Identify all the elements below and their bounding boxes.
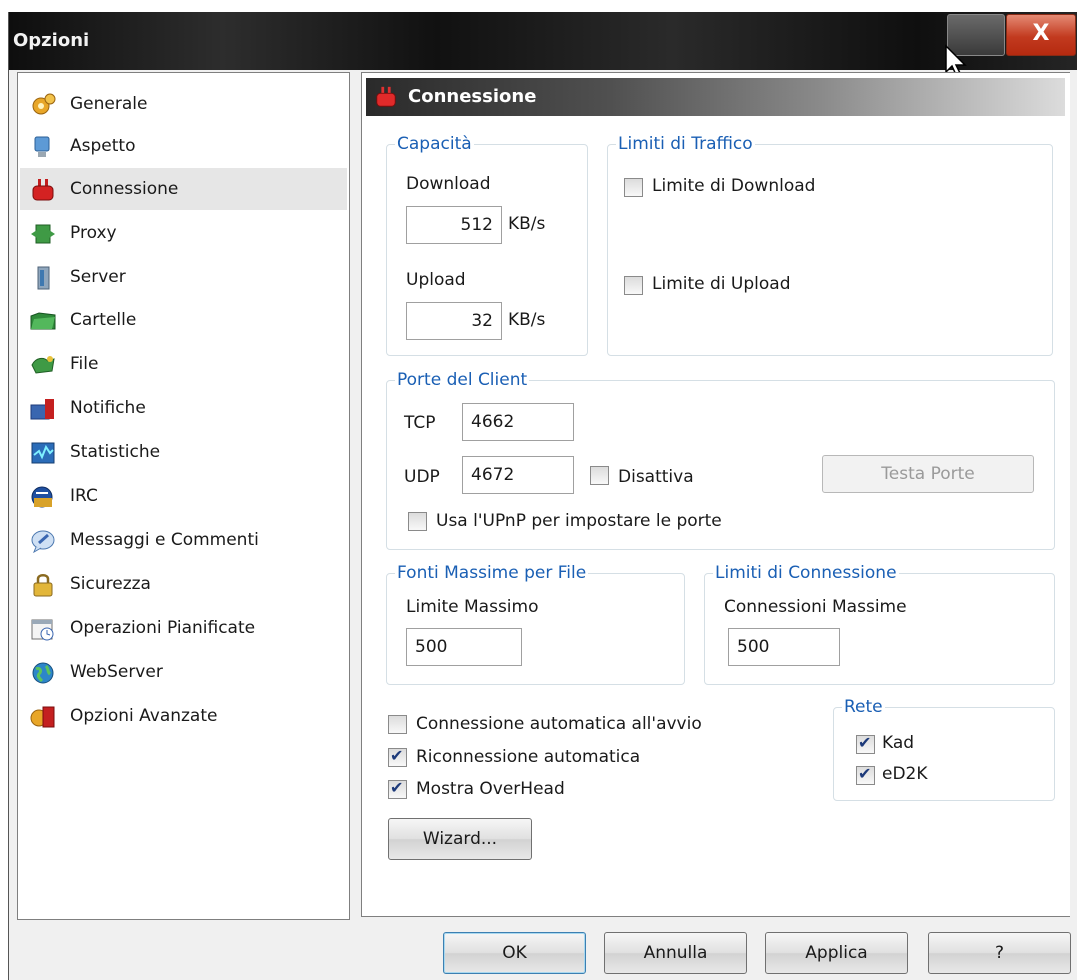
disable-udp-checkbox[interactable] bbox=[590, 466, 609, 485]
notification-icon bbox=[30, 399, 54, 420]
download-label: Download bbox=[406, 174, 491, 194]
sidebar-item-connessione[interactable]: Connessione bbox=[20, 168, 347, 210]
sidebar-item-file[interactable]: File bbox=[20, 343, 347, 385]
tcp-port-input[interactable]: 4662 bbox=[462, 403, 574, 441]
sidebar-item-label: Proxy bbox=[70, 223, 117, 243]
auto-reconnect-checkbox[interactable] bbox=[388, 746, 407, 767]
download-unit: KB/s bbox=[508, 214, 546, 234]
plug-icon bbox=[376, 86, 396, 107]
connection-limits-group: Limiti di Connessione bbox=[704, 563, 1055, 685]
kad-label: Kad bbox=[882, 733, 915, 753]
show-overhead-checkbox[interactable] bbox=[388, 778, 407, 799]
help-button[interactable]: ? bbox=[928, 932, 1071, 974]
sidebar-item-operazioni-pianificate[interactable]: Operazioni Pianificate bbox=[20, 607, 347, 649]
sidebar-item-label: Connessione bbox=[70, 179, 179, 199]
download-limit-label: Limite di Download bbox=[652, 176, 816, 196]
sidebar-item-label: Messaggi e Commenti bbox=[70, 530, 259, 550]
sidebar-item-webserver[interactable]: WebServer bbox=[20, 651, 347, 693]
sidebar-item-label: IRC bbox=[70, 486, 98, 506]
upload-capacity-input[interactable]: 32 bbox=[406, 302, 502, 340]
ed2k-label: eD2K bbox=[882, 764, 928, 784]
server-icon bbox=[37, 266, 50, 290]
gears-icon bbox=[32, 93, 56, 115]
advanced-icon bbox=[30, 706, 55, 728]
lock-icon bbox=[33, 574, 53, 597]
sidebar-item-aspetto[interactable]: Aspetto bbox=[20, 125, 347, 167]
sidebar-item-label: Sicurezza bbox=[70, 574, 151, 594]
messages-icon bbox=[31, 530, 55, 553]
title-bar[interactable]: Opzioni X bbox=[9, 12, 1077, 70]
connection-limits-legend: Limiti di Connessione bbox=[715, 563, 897, 583]
test-ports-button[interactable]: Testa Porte bbox=[822, 455, 1034, 493]
file-icon bbox=[31, 356, 55, 374]
auto-connect-label: Connessione automatica all'avvio bbox=[416, 714, 702, 734]
max-sources-legend: Fonti Massime per File bbox=[397, 563, 587, 583]
upload-limit-label: Limite di Upload bbox=[652, 274, 791, 294]
ok-button[interactable]: OK bbox=[443, 932, 586, 974]
sidebar-item-opzioni-avanzate[interactable]: Opzioni Avanzate bbox=[20, 695, 347, 737]
max-sources-group: Fonti Massime per File bbox=[386, 563, 685, 685]
statistics-icon bbox=[31, 442, 55, 464]
upnp-label: Usa l'UPnP per impostare le porte bbox=[436, 511, 722, 531]
sidebar-item-label: Opzioni Avanzate bbox=[70, 706, 218, 726]
close-button[interactable]: X bbox=[1006, 14, 1076, 56]
traffic-limits-legend: Limiti di Traffico bbox=[618, 134, 753, 154]
sidebar-item-label: Generale bbox=[70, 94, 148, 114]
ed2k-checkbox[interactable] bbox=[856, 764, 875, 785]
max-connections-label: Connessioni Massime bbox=[724, 597, 907, 617]
auto-connect-checkbox[interactable] bbox=[388, 715, 407, 734]
download-limit-checkbox[interactable] bbox=[624, 178, 643, 197]
sidebar-item-label: Server bbox=[70, 267, 126, 287]
sidebar-item-label: Statistiche bbox=[70, 442, 161, 462]
folder-icon bbox=[30, 312, 56, 330]
udp-port-input[interactable]: 4672 bbox=[462, 456, 574, 494]
sidebar-item-label: Cartelle bbox=[70, 310, 137, 330]
upload-label: Upload bbox=[406, 270, 466, 290]
sidebar-item-messaggi-e-commenti[interactable]: Messaggi e Commenti bbox=[20, 519, 347, 561]
sidebar-item-generale[interactable]: Generale bbox=[20, 83, 347, 125]
sidebar-item-label: Operazioni Pianificate bbox=[70, 618, 256, 638]
auto-reconnect-label: Riconnessione automatica bbox=[416, 747, 641, 767]
max-connections-input[interactable]: 500 bbox=[728, 628, 840, 666]
calendar-icon bbox=[31, 619, 54, 641]
options-category-list[interactable]: Generale Aspetto Connessione Proxy Serve… bbox=[17, 72, 350, 920]
sidebar-item-label: File bbox=[70, 354, 99, 374]
panel-header: Connessione bbox=[366, 78, 1065, 116]
client-ports-legend: Porte del Client bbox=[397, 370, 528, 390]
panel-title: Connessione bbox=[408, 86, 537, 107]
cancel-button[interactable]: Annulla bbox=[604, 932, 747, 974]
wizard-button[interactable]: Wizard... bbox=[388, 818, 532, 860]
sidebar-item-label: Aspetto bbox=[70, 136, 136, 156]
proxy-icon bbox=[31, 224, 55, 244]
capacity-legend: Capacità bbox=[397, 134, 472, 154]
sidebar-item-sicurezza[interactable]: Sicurezza bbox=[20, 563, 347, 605]
irc-icon bbox=[31, 486, 53, 508]
apply-button[interactable]: Applica bbox=[765, 932, 908, 974]
max-limit-label: Limite Massimo bbox=[406, 597, 539, 617]
sidebar-item-cartelle[interactable]: Cartelle bbox=[20, 299, 347, 341]
sidebar-item-proxy[interactable]: Proxy bbox=[20, 212, 347, 254]
upnp-checkbox[interactable] bbox=[408, 512, 427, 531]
sidebar-item-server[interactable]: Server bbox=[20, 256, 347, 298]
network-legend: Rete bbox=[844, 697, 883, 717]
monitor-icon bbox=[34, 136, 50, 157]
sidebar-item-statistiche[interactable]: Statistiche bbox=[20, 431, 347, 473]
globe-icon bbox=[32, 662, 54, 684]
traffic-limits-group: Limiti di Traffico bbox=[607, 134, 1053, 356]
disable-udp-label: Disattiva bbox=[618, 467, 694, 487]
sidebar-item-notifiche[interactable]: Notifiche bbox=[20, 387, 347, 429]
udp-label: UDP bbox=[404, 467, 440, 487]
kad-checkbox[interactable] bbox=[856, 733, 875, 754]
max-sources-input[interactable]: 500 bbox=[406, 628, 522, 666]
sidebar-item-irc[interactable]: IRC bbox=[20, 475, 347, 517]
sidebar-item-label: Notifiche bbox=[70, 398, 146, 418]
download-capacity-input[interactable]: 512 bbox=[406, 206, 502, 244]
sidebar-item-label: WebServer bbox=[70, 662, 163, 682]
upload-unit: KB/s bbox=[508, 310, 546, 330]
tcp-label: TCP bbox=[404, 413, 436, 433]
plug-icon bbox=[32, 179, 54, 201]
upload-limit-checkbox[interactable] bbox=[624, 276, 643, 295]
show-overhead-label: Mostra OverHead bbox=[416, 779, 565, 799]
window-title: Opzioni bbox=[13, 30, 90, 51]
